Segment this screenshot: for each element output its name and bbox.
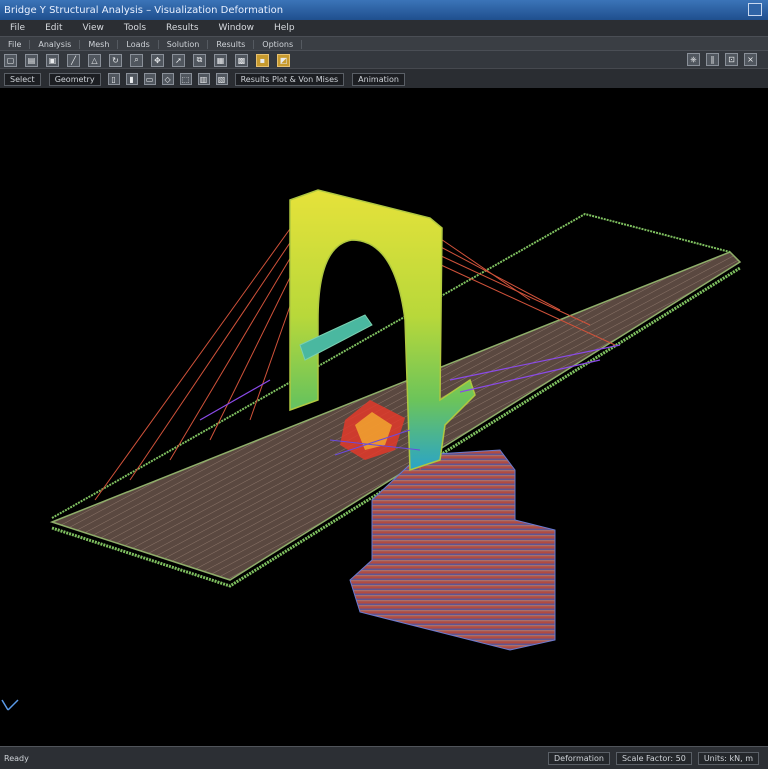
menu-help[interactable]: Help — [264, 23, 305, 33]
menu-results[interactable]: Results — [156, 23, 209, 33]
tab-solution[interactable]: Solution — [159, 39, 209, 49]
iso-view-icon[interactable]: ◇ — [161, 73, 174, 85]
status-mode: Deformation — [548, 751, 610, 765]
front-view-icon[interactable]: ▯ — [107, 73, 120, 85]
menu-view[interactable]: View — [73, 23, 114, 33]
window-title: Bridge Y Structural Analysis – Visualiza… — [4, 4, 284, 16]
save-icon[interactable]: ▣ — [46, 53, 59, 67]
animation-button[interactable]: Animation — [352, 72, 405, 86]
view-toolbar: Select Geometry ▯ ▮ ▭ ◇ ⬚ ▥ ▧ Results Pl… — [0, 68, 768, 89]
axis-triad — [1, 699, 19, 711]
maximize-icon[interactable]: ⊡ — [725, 53, 738, 66]
tab-file[interactable]: File — [0, 39, 31, 49]
zoom-icon[interactable]: ⌕ — [130, 53, 143, 67]
status-fields: Deformation Scale Factor: 50 Units: kN, … — [545, 751, 762, 765]
pencil-icon[interactable]: ╱ — [67, 53, 80, 67]
copy-icon[interactable]: ⧉ — [193, 53, 206, 67]
status-bar: Ready Deformation Scale Factor: 50 Units… — [0, 746, 768, 769]
shaded-icon[interactable]: ▧ — [215, 73, 228, 85]
tab-mesh[interactable]: Mesh — [80, 39, 119, 49]
ribbon-tabs: File Analysis Mesh Loads Solution Result… — [0, 36, 768, 51]
title-bar: Bridge Y Structural Analysis – Visualiza… — [0, 0, 768, 20]
mesh-icon[interactable]: ▦ — [214, 53, 227, 67]
close-window-button[interactable] — [748, 3, 762, 16]
warm-highlight-icon[interactable]: ▪ — [256, 53, 269, 67]
top-view-icon[interactable]: ▭ — [143, 73, 156, 85]
status-units: Units: kN, m — [697, 751, 759, 765]
wireframe-icon[interactable]: ▥ — [197, 73, 210, 85]
tab-results[interactable]: Results — [208, 39, 255, 49]
model-viewport[interactable] — [0, 88, 768, 746]
grid-icon[interactable]: ▩ — [235, 53, 248, 67]
pan-icon[interactable]: ✥ — [151, 53, 164, 67]
image-icon[interactable]: ◩ — [277, 53, 290, 67]
tab-options[interactable]: Options — [254, 39, 303, 49]
menu-bar: File Edit View Tools Results Window Help — [0, 20, 768, 36]
rotate-icon[interactable]: ↻ — [109, 53, 122, 67]
status-text: Ready — [4, 753, 29, 763]
geometry-button[interactable]: Geometry — [48, 72, 101, 86]
fit-view-icon[interactable]: ⬚ — [179, 73, 192, 85]
restore-icon[interactable]: ⎈ — [687, 53, 700, 66]
close-icon[interactable]: × — [744, 53, 757, 66]
icon-toolbar: ▢ ▤ ▣ ╱ △ ↻ ⌕ ✥ ➚ ⧉ ▦ ▩ ▪ ◩ ⎈ ∥ ⊡ × — [0, 50, 768, 69]
tab-loads[interactable]: Loads — [118, 39, 159, 49]
new-icon[interactable]: ▢ — [4, 53, 17, 67]
menu-edit[interactable]: Edit — [35, 23, 72, 33]
menu-file[interactable]: File — [0, 23, 35, 33]
menu-tools[interactable]: Tools — [114, 23, 156, 33]
bridge-model — [1, 189, 742, 711]
window-controls: ⎈ ∥ ⊡ × — [684, 53, 760, 66]
select-tool-button[interactable]: Select — [4, 72, 41, 86]
open-icon[interactable]: ▤ — [25, 53, 38, 67]
tab-analysis[interactable]: Analysis — [30, 39, 81, 49]
result-plot-dropdown[interactable]: Results Plot & Von Mises — [234, 72, 345, 86]
measure-icon[interactable]: △ — [88, 53, 101, 67]
menu-window[interactable]: Window — [209, 23, 265, 33]
split-icon[interactable]: ∥ — [706, 53, 719, 66]
status-scale: Scale Factor: 50 — [615, 751, 692, 765]
side-view-icon[interactable]: ▮ — [125, 73, 138, 85]
select-icon[interactable]: ➚ — [172, 53, 185, 67]
